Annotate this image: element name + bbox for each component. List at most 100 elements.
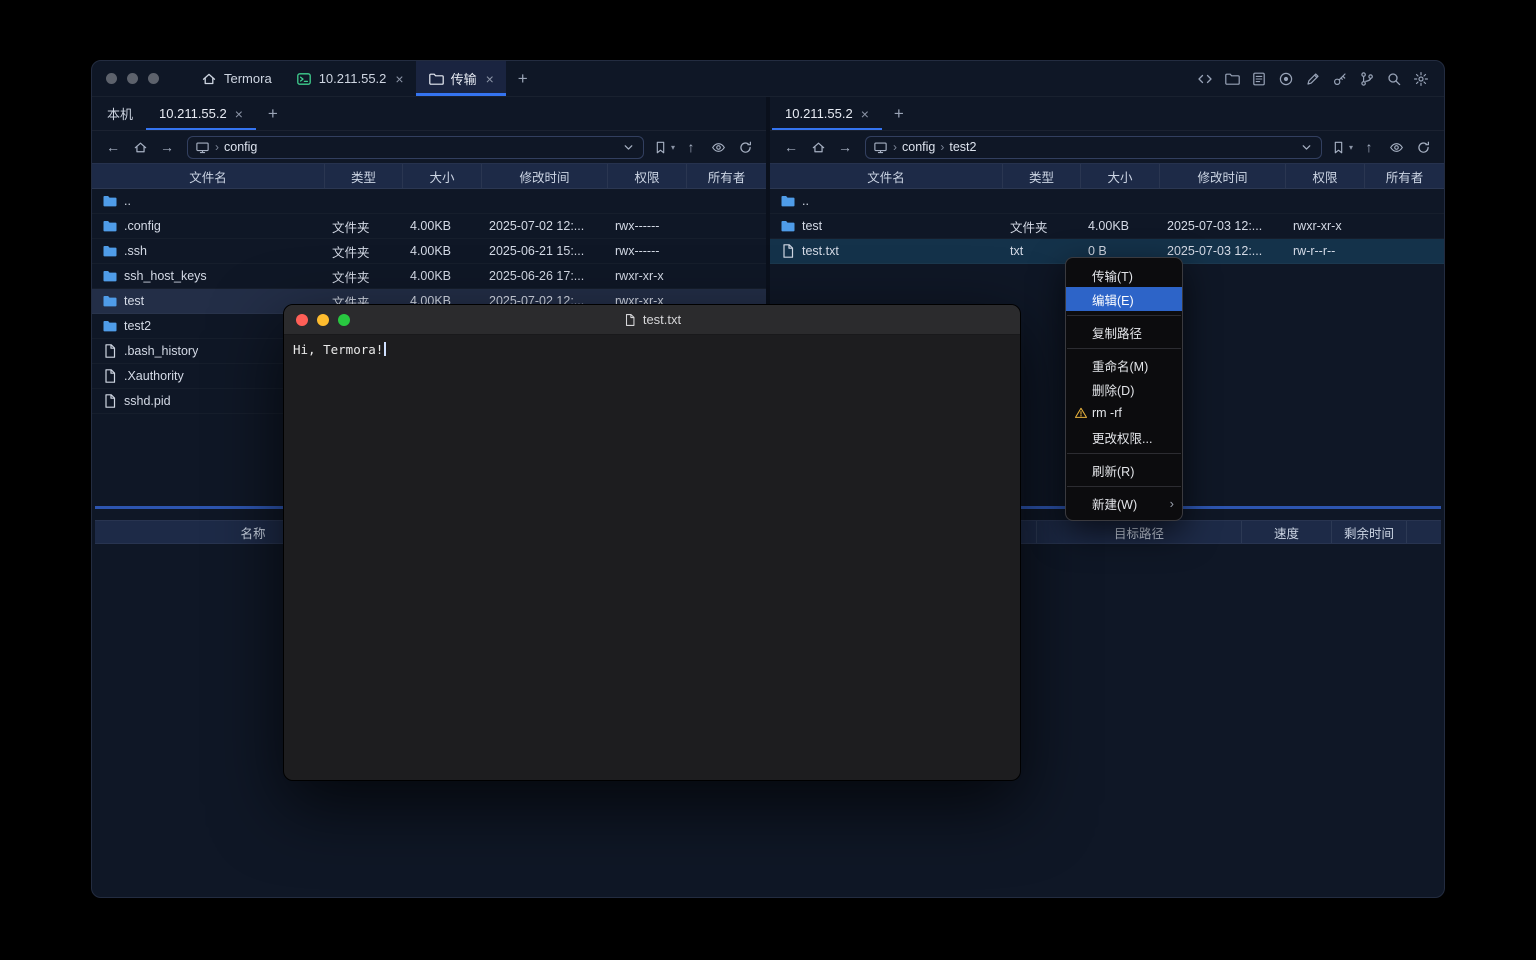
menu-item[interactable]: 刷新(R) <box>1066 458 1182 482</box>
show-hidden-button[interactable] <box>1384 135 1408 159</box>
file-row[interactable]: .. <box>92 189 766 214</box>
close-icon[interactable]: × <box>235 107 243 121</box>
file-row[interactable]: ssh_host_keys文件夹4.00KB2025-06-26 17:...r… <box>92 264 766 289</box>
up-button[interactable]: ↑ <box>679 135 703 159</box>
menu-item[interactable]: 更改权限... <box>1066 425 1182 449</box>
refresh-button[interactable] <box>1411 135 1435 159</box>
zoom-button[interactable] <box>148 73 159 84</box>
folder-fill-icon <box>102 193 118 209</box>
column-header[interactable]: 修改时间 <box>481 164 607 188</box>
forward-button[interactable]: → <box>833 135 857 159</box>
main-tab-transfer[interactable]: 传输× <box>416 61 506 96</box>
menu-item[interactable]: 复制路径 <box>1066 320 1182 344</box>
path-combobox[interactable]: ›config›test2 <box>865 136 1322 159</box>
menu-item[interactable]: 重命名(M) <box>1066 353 1182 377</box>
file-icon <box>102 343 118 359</box>
menu-item-label: 更改权限... <box>1092 428 1174 447</box>
file-type-cell <box>324 189 402 213</box>
column-header[interactable]: 修改时间 <box>1159 164 1285 188</box>
column-header[interactable]: 权限 <box>1285 164 1364 188</box>
new-panel-tab-button[interactable]: + <box>256 97 290 130</box>
transfer-column-header[interactable]: 速度 <box>1241 521 1331 543</box>
column-header[interactable]: 权限 <box>607 164 686 188</box>
transfer-column-header[interactable] <box>1406 521 1443 543</box>
file-owner-cell <box>686 264 766 288</box>
file-row[interactable]: test文件夹4.00KB2025-07-03 12:...rwxr-xr-x <box>770 214 1444 239</box>
new-panel-tab-button[interactable]: + <box>882 97 916 130</box>
breadcrumb-segment[interactable]: config <box>902 140 935 154</box>
menu-separator <box>1067 486 1181 487</box>
home-button[interactable] <box>128 135 152 159</box>
menu-item[interactable]: 删除(D) <box>1066 377 1182 401</box>
panel-tab[interactable]: 10.211.55.2 × <box>772 97 882 130</box>
home-button[interactable] <box>806 135 830 159</box>
minimize-button[interactable] <box>127 73 138 84</box>
bookmark-button[interactable]: ▾ <box>1330 135 1354 159</box>
editor-zoom-button[interactable] <box>338 314 350 326</box>
column-header[interactable]: 大小 <box>402 164 481 188</box>
menu-item-label: 复制路径 <box>1092 323 1174 342</box>
path-combobox[interactable]: › config <box>187 136 644 159</box>
column-header[interactable]: 类型 <box>324 164 402 188</box>
new-tab-button[interactable]: + <box>506 61 540 96</box>
main-tab-home[interactable]: Termora <box>189 61 284 96</box>
terminal-icon <box>296 71 312 87</box>
file-owner-cell <box>686 189 766 213</box>
column-header[interactable]: 所有者 <box>686 164 766 188</box>
settings-icon[interactable] <box>1412 70 1430 88</box>
folder-fill-icon <box>780 193 796 209</box>
close-icon[interactable]: × <box>486 72 494 86</box>
panel-tab[interactable]: 本机 <box>94 97 146 130</box>
arrow-left-icon: ← <box>106 140 120 154</box>
close-icon[interactable]: × <box>861 107 869 121</box>
file-row[interactable]: .. <box>770 189 1444 214</box>
breadcrumb-separator: › <box>893 140 897 154</box>
column-header[interactable]: 类型 <box>1002 164 1080 188</box>
editor-minimize-button[interactable] <box>317 314 329 326</box>
column-header[interactable]: 文件名 <box>92 164 324 188</box>
column-header[interactable]: 所有者 <box>1364 164 1444 188</box>
editor-titlebar[interactable]: test.txt <box>284 305 1020 335</box>
log-icon[interactable] <box>1250 70 1268 88</box>
main-tab-host[interactable]: 10.211.55.2× <box>284 61 416 96</box>
tab-label: 10.211.55.2 <box>785 106 853 121</box>
editor-close-button[interactable] <box>296 314 308 326</box>
document-icon <box>623 313 637 327</box>
back-button[interactable]: ← <box>101 135 125 159</box>
file-perms-cell: rwx------ <box>607 239 686 263</box>
editor-content[interactable]: Hi, Termora! <box>284 335 1020 780</box>
transfer-column-header[interactable]: 剩余时间 <box>1331 521 1406 543</box>
close-button[interactable] <box>106 73 117 84</box>
back-button[interactable]: ← <box>779 135 803 159</box>
edit-icon[interactable] <box>1304 70 1322 88</box>
up-button[interactable]: ↑ <box>1357 135 1381 159</box>
column-header[interactable]: 文件名 <box>770 164 1002 188</box>
file-size-cell <box>402 189 481 213</box>
menu-item[interactable]: 新建(W)› <box>1066 491 1182 515</box>
bookmark-button[interactable]: ▾ <box>652 135 676 159</box>
key-icon[interactable] <box>1331 70 1349 88</box>
panel-tab[interactable]: 10.211.55.2× <box>146 97 256 130</box>
file-row[interactable]: .config文件夹4.00KB2025-07-02 12:...rwx----… <box>92 214 766 239</box>
breadcrumb-separator: › <box>215 140 219 154</box>
file-type-cell <box>1002 189 1080 213</box>
search-icon[interactable] <box>1385 70 1403 88</box>
forward-button[interactable]: → <box>155 135 179 159</box>
menu-item[interactable]: 传输(T) <box>1066 263 1182 287</box>
close-icon[interactable]: × <box>395 72 403 86</box>
code-icon[interactable] <box>1196 70 1214 88</box>
file-type-cell: 文件夹 <box>324 214 402 238</box>
transfer-column-header[interactable]: 目标路径 <box>1036 521 1241 543</box>
refresh-button[interactable] <box>733 135 757 159</box>
branch-icon[interactable] <box>1358 70 1376 88</box>
breadcrumb-segment[interactable]: config <box>224 140 257 154</box>
file-row[interactable]: .ssh文件夹4.00KB2025-06-21 15:...rwx------ <box>92 239 766 264</box>
menu-item[interactable]: 编辑(E) <box>1066 287 1182 311</box>
menu-item[interactable]: rm -rf <box>1066 401 1182 425</box>
folder-icon[interactable] <box>1223 70 1241 88</box>
show-hidden-button[interactable] <box>706 135 730 159</box>
menu-item-label: rm -rf <box>1092 406 1174 420</box>
record-icon[interactable] <box>1277 70 1295 88</box>
breadcrumb-segment[interactable]: test2 <box>949 140 976 154</box>
column-header[interactable]: 大小 <box>1080 164 1159 188</box>
